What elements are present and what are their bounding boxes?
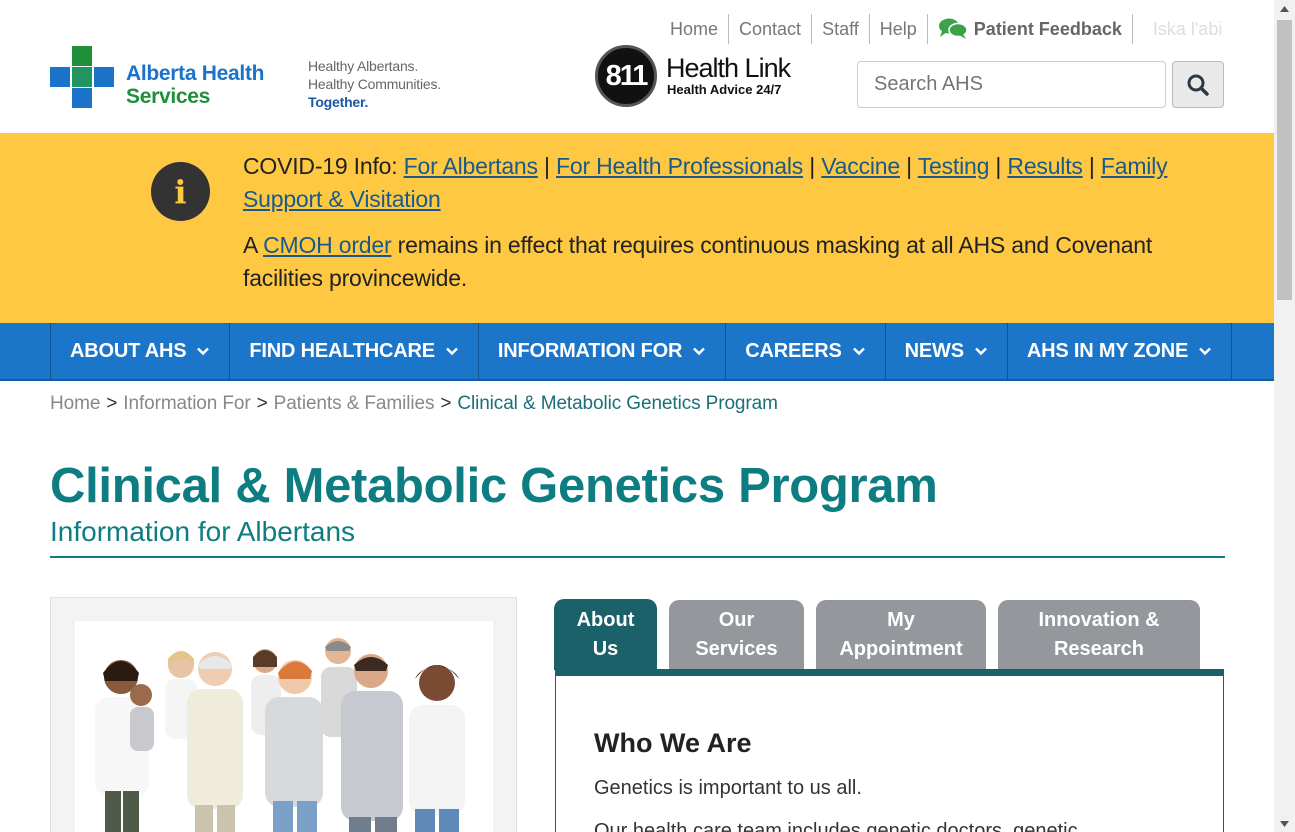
nav-label: FIND HEALTHCARE [249, 339, 435, 362]
chevron-down-icon [197, 347, 210, 356]
title-divider [50, 556, 1225, 558]
site-header: Alberta Health Services Healthy Albertan… [0, 0, 1274, 133]
patient-feedback-label: Patient Feedback [973, 19, 1122, 39]
info-icon: i [151, 162, 210, 221]
tagline-line-3: Together. [308, 94, 369, 110]
chevron-down-icon [693, 347, 706, 356]
health-link-number: 811 [595, 45, 657, 107]
scroll-thumb[interactable] [1277, 20, 1292, 300]
scrollbar[interactable] [1274, 0, 1295, 832]
hero-image-card [50, 597, 517, 832]
caret-down-icon [1280, 820, 1289, 827]
cmoh-order-link[interactable]: CMOH order [263, 232, 392, 258]
health-link-subtitle: Health Advice 24/7 [667, 82, 782, 97]
tab-label: Services [695, 638, 778, 660]
utility-link-help[interactable]: Help [870, 14, 928, 44]
chevron-down-icon [1199, 347, 1212, 356]
utility-link-home[interactable]: Home [660, 14, 730, 44]
tab-our-services[interactable]: Our Services [669, 600, 804, 670]
group-photo [75, 621, 493, 832]
tab-label: Us [592, 637, 619, 660]
tagline-line-1: Healthy Albertans. [308, 58, 419, 74]
tab-my-appointment[interactable]: My Appointment [816, 600, 986, 670]
caret-up-icon [1280, 5, 1289, 12]
nav-item-ahs-in-my-zone[interactable]: AHS IN MY ZONE [1008, 323, 1233, 379]
main-nav: ABOUT AHS FIND HEALTHCARE INFORMATION FO… [50, 323, 1233, 379]
patient-feedback-link[interactable]: Patient Feedback [928, 14, 1133, 44]
page-subtitle: Information for Albertans [50, 516, 356, 547]
nav-item-information-for[interactable]: INFORMATION FOR [479, 323, 727, 379]
panel-paragraph: Genetics is important to us all. [594, 777, 862, 799]
logo-line-2: Services [126, 85, 211, 108]
main-nav-bar: ABOUT AHS FIND HEALTHCARE INFORMATION FO… [0, 323, 1274, 381]
tagline-line-2: Healthy Communities. [308, 76, 441, 92]
logo-line-1: Alberta Health [126, 62, 265, 85]
breadcrumb-patients-families[interactable]: Patients & Families [274, 393, 435, 414]
breadcrumb-separator: > [106, 393, 118, 414]
breadcrumb-home[interactable]: Home [50, 393, 100, 414]
scroll-up-arrow[interactable] [1274, 0, 1295, 17]
nav-label: CAREERS [745, 339, 842, 362]
page-title: Clinical & Metabolic Genetics Program [50, 459, 938, 513]
utility-link-staff[interactable]: Staff [812, 14, 870, 44]
scroll-down-arrow[interactable] [1274, 815, 1295, 832]
alert-link-results[interactable]: Results [1007, 153, 1082, 179]
nav-label: NEWS [904, 339, 964, 362]
alert-link-vaccine[interactable]: Vaccine [821, 153, 900, 179]
utility-nav: Home Contact Staff Help Patient Feedback… [660, 14, 1232, 44]
people-group-image [95, 638, 465, 832]
covid-info-prefix: COVID-19 Info: [243, 153, 398, 179]
tab-about-us[interactable]: About Us [554, 599, 657, 670]
alert-separator: | [544, 153, 550, 179]
tab-label: Innovation & [1038, 609, 1160, 631]
nav-label: AHS IN MY ZONE [1026, 339, 1189, 362]
breadcrumb-separator: > [440, 393, 452, 414]
tab-panel-about-us: Who We Are Genetics is important to us a… [555, 676, 1224, 832]
panel-paragraph: Our health care team includes genetic do… [594, 820, 1078, 832]
tab-innovation-research[interactable]: Innovation & Research [998, 600, 1200, 670]
health-link-logo[interactable]: 811 Health Link Health Advice 24/7 [595, 45, 795, 109]
search-icon [1187, 74, 1209, 96]
nav-item-careers[interactable]: CAREERS [726, 323, 886, 379]
alert-body: COVID-19 Info: For Albertans | For Healt… [243, 150, 1203, 295]
breadcrumb-information-for[interactable]: Information For [123, 393, 250, 414]
breadcrumb: Home > Information For > Patients & Families… [50, 393, 778, 415]
alert-link-health-professionals[interactable]: For Health Professionals [556, 153, 803, 179]
search-input[interactable] [857, 61, 1166, 108]
nav-item-news[interactable]: NEWS [886, 323, 1008, 379]
alert-separator: | [809, 153, 816, 179]
health-link-title: Health Link [666, 53, 791, 83]
ahs-logo[interactable]: Alberta Health Services [50, 46, 270, 108]
nav-item-about-ahs[interactable]: ABOUT AHS [51, 323, 231, 379]
cmoh-notice-before: A [243, 232, 257, 258]
panel-heading: Who We Are [594, 728, 752, 758]
nav-label: ABOUT AHS [70, 339, 187, 362]
tab-label: Appointment [839, 638, 963, 660]
cmoh-notice: A CMOH order remains in effect that requ… [243, 229, 1203, 295]
alert-link-testing[interactable]: Testing [918, 153, 990, 179]
tab-label: Research [1053, 638, 1145, 660]
covid-info-line: COVID-19 Info: For Albertans | For Healt… [243, 150, 1203, 216]
tab-label: Our [718, 609, 755, 631]
alert-separator: | [906, 153, 912, 179]
breadcrumb-current: Clinical & Metabolic Genetics Program [457, 393, 778, 414]
tab-label: About [576, 608, 635, 631]
alert-separator: | [1088, 153, 1095, 179]
tagline: Healthy Albertans. Healthy Communities. … [308, 57, 441, 111]
breadcrumb-separator: > [256, 393, 268, 414]
chevron-down-icon [852, 347, 865, 356]
utility-link-contact[interactable]: Contact [729, 14, 813, 44]
tab-label: My [887, 609, 915, 631]
chat-bubbles-icon [938, 18, 968, 39]
language-link[interactable]: Iska l'abi [1133, 14, 1232, 44]
chevron-down-icon [974, 347, 987, 356]
ahs-cross-icon [50, 46, 114, 108]
alert-separator: | [995, 153, 1002, 179]
chevron-down-icon [445, 347, 458, 356]
nav-item-find-healthcare[interactable]: FIND HEALTHCARE [230, 323, 479, 379]
nav-label: INFORMATION FOR [497, 339, 683, 362]
search-button[interactable] [1172, 61, 1224, 108]
alert-link-for-albertans[interactable]: For Albertans [404, 153, 538, 179]
